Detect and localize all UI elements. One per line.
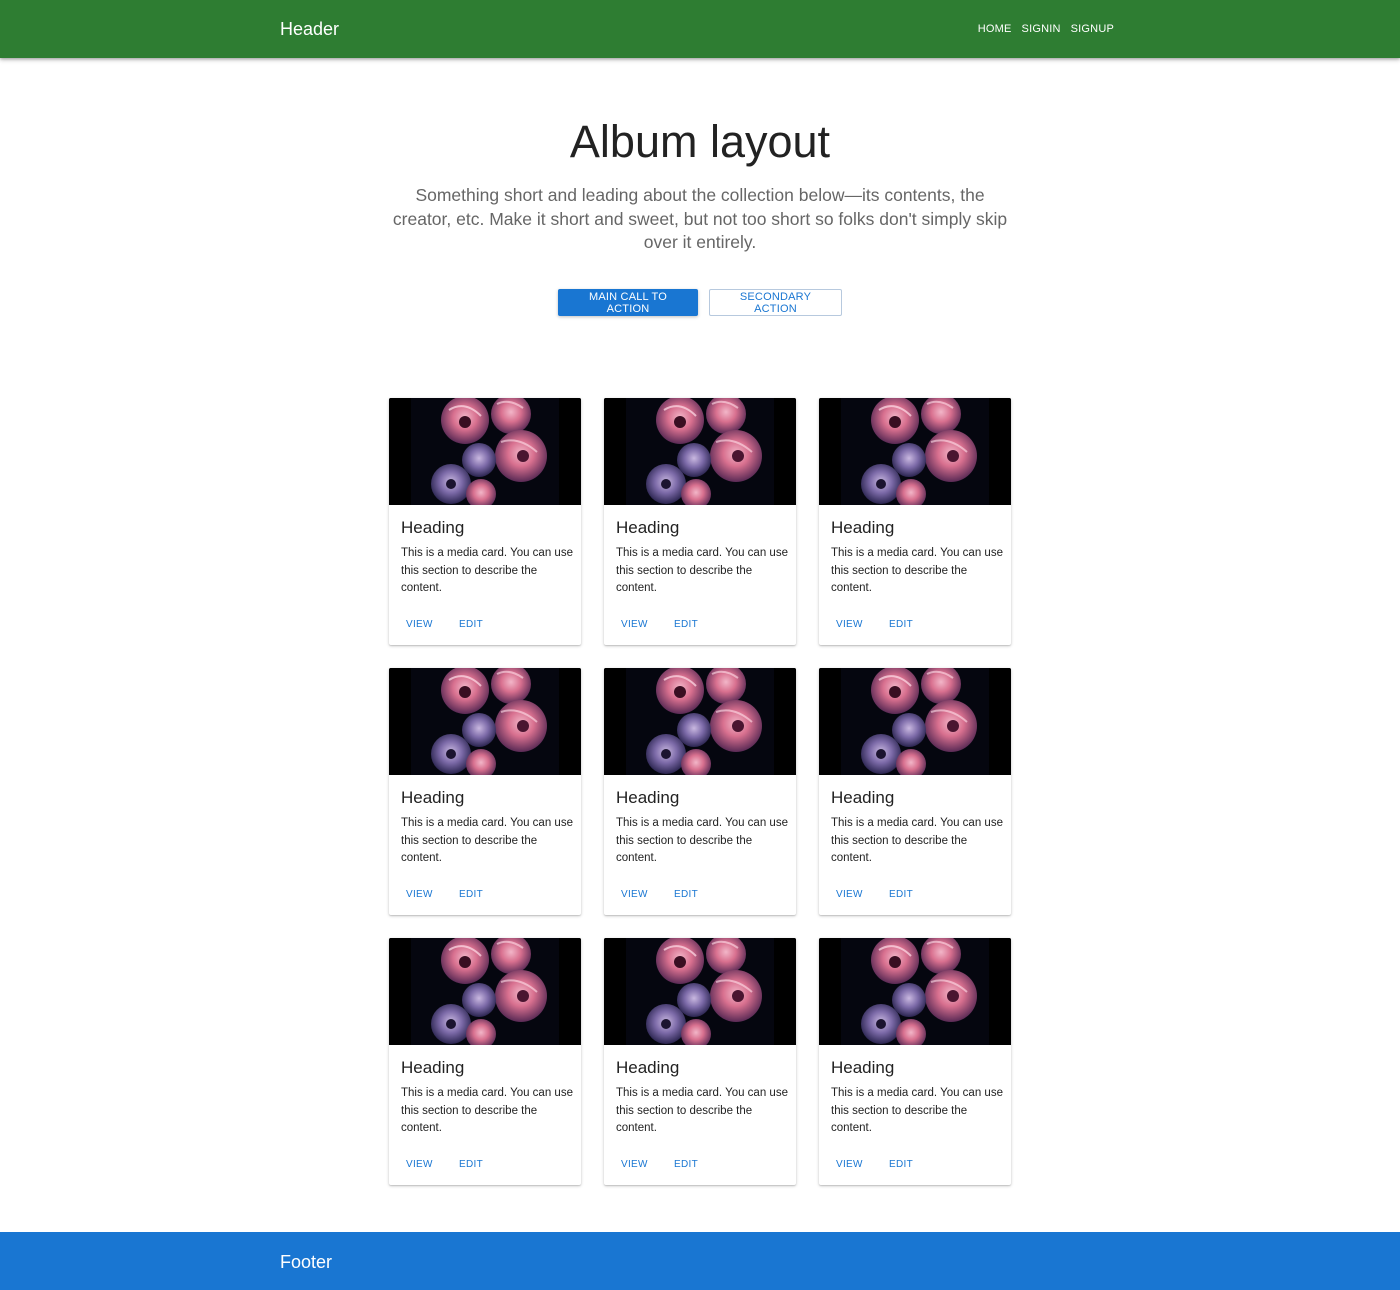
card-heading: Heading <box>831 788 895 807</box>
card-description: This is a media card. You can use this s… <box>616 547 788 594</box>
card-description: This is a media card. You can use this s… <box>831 817 1003 864</box>
app-title: Header <box>280 19 340 39</box>
card-heading: Heading <box>616 518 680 537</box>
card-actions: VIEW EDIT <box>825 1157 931 1172</box>
edit-button[interactable]: EDIT <box>663 1157 716 1172</box>
card-heading: Heading <box>831 1058 895 1077</box>
view-button[interactable]: VIEW <box>395 1157 448 1172</box>
flower-image <box>389 398 581 505</box>
edit-button[interactable]: EDIT <box>878 617 931 632</box>
card-heading: Heading <box>401 788 465 807</box>
card-media-image <box>604 398 796 505</box>
view-button[interactable]: VIEW <box>825 617 878 632</box>
footer-text: Footer <box>280 1252 333 1272</box>
flower-image <box>389 938 581 1045</box>
hero-description: Something short and leading about the co… <box>392 185 1008 252</box>
nav-signin-link[interactable]: SIGNIN <box>1022 21 1061 37</box>
footer: Footer <box>0 1232 1400 1290</box>
view-button[interactable]: VIEW <box>825 1157 878 1172</box>
edit-button[interactable]: EDIT <box>448 617 501 632</box>
media-card: Heading This is a media card. You can us… <box>389 938 581 1185</box>
card-heading: Heading <box>831 518 895 537</box>
flower-image <box>819 938 1011 1045</box>
edit-button[interactable]: EDIT <box>878 1157 931 1172</box>
hero-actions: MAIN CALL TO ACTION SECONDARY ACTION <box>0 289 1400 316</box>
nav-signup-link[interactable]: SIGNUP <box>1071 21 1114 37</box>
card-description: This is a media card. You can use this s… <box>401 547 573 594</box>
flower-image <box>604 398 796 505</box>
card-actions: VIEW EDIT <box>825 617 931 632</box>
view-button[interactable]: VIEW <box>825 887 878 902</box>
card-description: This is a media card. You can use this s… <box>831 547 1003 594</box>
card-media-image <box>389 398 581 505</box>
card-actions: VIEW EDIT <box>610 1157 716 1172</box>
edit-button[interactable]: EDIT <box>448 1157 501 1172</box>
card-heading: Heading <box>616 1058 680 1077</box>
flower-image <box>389 668 581 775</box>
edit-button[interactable]: EDIT <box>663 887 716 902</box>
media-card: Heading This is a media card. You can us… <box>604 398 796 645</box>
card-description: This is a media card. You can use this s… <box>616 1087 788 1134</box>
card-media-image <box>819 398 1011 505</box>
view-button[interactable]: VIEW <box>395 617 448 632</box>
main-call-to-action-button[interactable]: MAIN CALL TO ACTION <box>558 289 698 316</box>
nav-home-link[interactable]: HOME <box>978 21 1012 37</box>
card-media-image <box>389 938 581 1045</box>
card-media-image <box>604 668 796 775</box>
view-button[interactable]: VIEW <box>610 887 663 902</box>
card-media-image <box>604 938 796 1045</box>
card-heading: Heading <box>401 518 465 537</box>
card-media-image <box>819 938 1011 1045</box>
page-title: Album layout <box>569 116 831 167</box>
flower-image <box>819 668 1011 775</box>
flower-image <box>604 668 796 775</box>
card-description: This is a media card. You can use this s… <box>616 817 788 864</box>
view-button[interactable]: VIEW <box>610 1157 663 1172</box>
card-heading: Heading <box>401 1058 465 1077</box>
edit-button[interactable]: EDIT <box>663 617 716 632</box>
card-actions: VIEW EDIT <box>610 887 716 902</box>
card-description: This is a media card. You can use this s… <box>401 817 573 864</box>
view-button[interactable]: VIEW <box>395 887 448 902</box>
media-card: Heading This is a media card. You can us… <box>604 668 796 915</box>
card-actions: VIEW EDIT <box>395 617 501 632</box>
media-card: Heading This is a media card. You can us… <box>819 398 1011 645</box>
card-description: This is a media card. You can use this s… <box>831 1087 1003 1134</box>
card-actions: VIEW EDIT <box>395 887 501 902</box>
top-nav: HOME SIGNIN SIGNUP <box>978 21 1114 37</box>
card-actions: VIEW EDIT <box>610 617 716 632</box>
media-card: Heading This is a media card. You can us… <box>819 938 1011 1185</box>
card-grid: Heading This is a media card. You can us… <box>389 398 1011 1185</box>
app-bar: Header HOME SIGNIN SIGNUP <box>0 0 1400 58</box>
card-media-image <box>819 668 1011 775</box>
card-description: This is a media card. You can use this s… <box>401 1087 573 1134</box>
edit-button[interactable]: EDIT <box>878 887 931 902</box>
flower-image <box>819 398 1011 505</box>
media-card: Heading This is a media card. You can us… <box>389 668 581 915</box>
media-card: Heading This is a media card. You can us… <box>604 938 796 1185</box>
card-heading: Heading <box>616 788 680 807</box>
secondary-action-button[interactable]: SECONDARY ACTION <box>709 289 842 316</box>
media-card: Heading This is a media card. You can us… <box>389 398 581 645</box>
card-actions: VIEW EDIT <box>395 1157 501 1172</box>
view-button[interactable]: VIEW <box>610 617 663 632</box>
media-card: Heading This is a media card. You can us… <box>819 668 1011 915</box>
flower-image <box>604 938 796 1045</box>
edit-button[interactable]: EDIT <box>448 887 501 902</box>
card-media-image <box>389 668 581 775</box>
card-actions: VIEW EDIT <box>825 887 931 902</box>
